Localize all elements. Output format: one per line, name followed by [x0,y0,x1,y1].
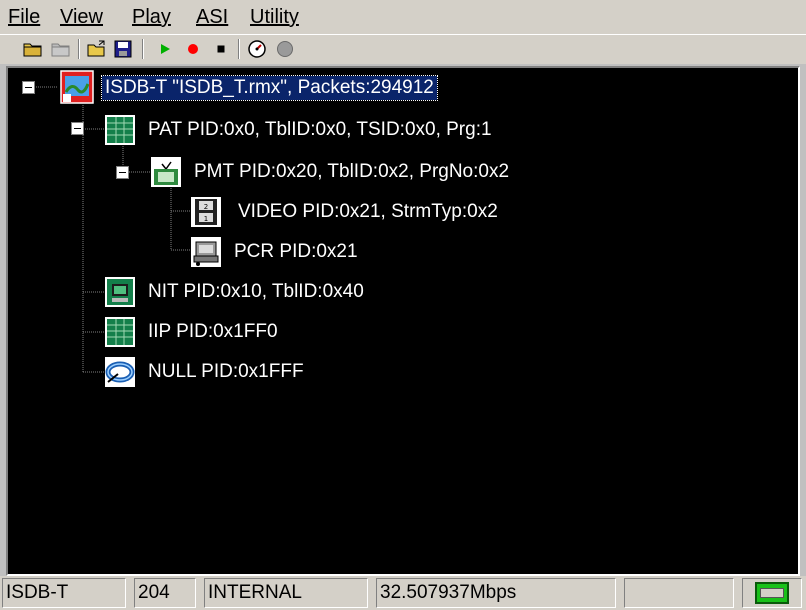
status-empty-panel [624,578,734,608]
stop-icon[interactable] [210,38,232,60]
toolbar-separator [238,39,240,59]
table-icon [104,114,135,145]
status-clock-source: INTERNAL [204,578,368,608]
film-video-icon: 21 [190,196,221,227]
toolbar-separator [142,39,144,59]
toolbar [0,34,806,64]
collapse-pmt-toggle[interactable] [116,166,129,179]
menu-file[interactable]: File [8,6,40,29]
tree-node-nit[interactable]: NIT PID:0x10, TblID:0x40 [148,280,364,304]
collapse-pat-toggle[interactable] [71,122,84,135]
device-connected-icon [755,582,789,604]
collapse-root-toggle[interactable] [22,81,35,94]
toolbar-separator [78,39,80,59]
tree-node-pat[interactable]: PAT PID:0x0, TblID:0x0, TSID:0x0, Prg:1 [148,118,492,142]
status-led-icon [274,38,296,60]
isdb-t-stream-icon [60,70,94,104]
save-icon[interactable] [112,38,134,60]
status-packet-size: 204 [134,578,196,608]
svg-text:1: 1 [204,215,208,223]
table-icon [104,316,135,347]
menu-view[interactable]: View [60,6,103,29]
menu-asi[interactable]: ASI [196,6,228,29]
pcr-clock-icon [190,236,221,267]
status-device [742,578,802,608]
record-icon[interactable] [182,38,204,60]
tree-node-video[interactable]: VIDEO PID:0x21, StrmTyp:0x2 [238,200,498,224]
play-icon[interactable] [154,38,176,60]
svg-text:2: 2 [204,203,208,211]
menu-utility[interactable]: Utility [250,6,299,29]
status-bitrate: 32.507937Mbps [376,578,616,608]
status-bar: ISDB-T 204 INTERNAL 32.507937Mbps [0,576,806,610]
tree-node-root[interactable]: ISDB-T "ISDB_T.rmx", Packets:294912 [101,75,438,101]
close-folder-icon[interactable] [50,38,72,60]
stream-tree: ISDB-T "ISDB_T.rmx", Packets:294912 PAT … [6,66,800,576]
tv-program-icon [150,156,181,187]
speed-icon[interactable] [246,38,268,60]
menu-bar: File View Play ASI Utility [0,0,806,34]
tree-node-pmt[interactable]: PMT PID:0x20, TblID:0x2, PrgNo:0x2 [194,160,509,184]
tree-node-null[interactable]: NULL PID:0x1FFF [148,360,304,384]
status-standard: ISDB-T [2,578,126,608]
network-table-icon [104,276,135,307]
null-packet-icon [104,356,135,387]
open-file-icon[interactable] [86,38,108,60]
tree-node-pcr[interactable]: PCR PID:0x21 [234,240,358,264]
open-folder-icon[interactable] [22,38,44,60]
tree-node-iip[interactable]: IIP PID:0x1FF0 [148,320,278,344]
menu-play[interactable]: Play [132,6,171,29]
